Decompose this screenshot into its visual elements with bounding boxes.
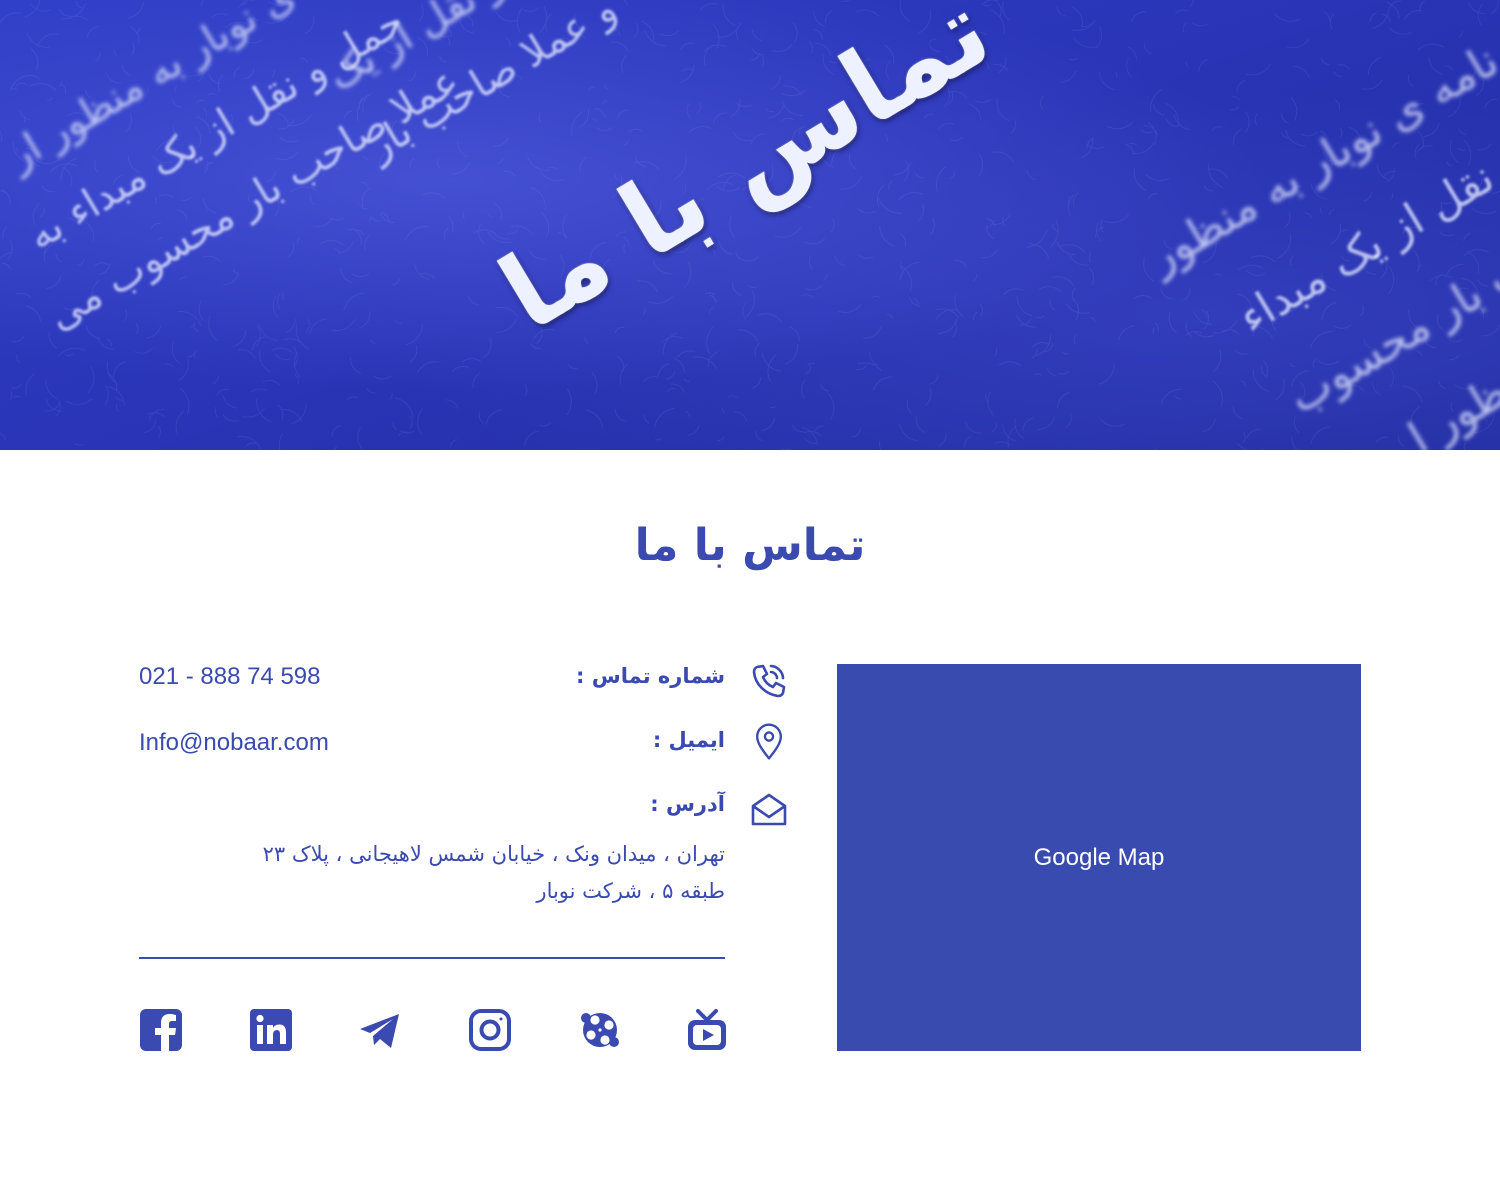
email-value[interactable]: Info@nobaar.com	[139, 729, 329, 757]
address-line-2: طبقه ۵ ، شرکت نوبار	[536, 879, 725, 903]
location-pin-icon	[749, 722, 789, 762]
phone-label: شماره تماس :	[576, 664, 725, 688]
envelope-icon	[749, 790, 789, 830]
map-label: Google Map	[1033, 843, 1165, 871]
phone-value[interactable]: 021 - 888 74 598	[139, 663, 321, 691]
address-value: تهران ، میدان ونک ، خیابان شمس لاهیجانی …	[125, 836, 725, 910]
tv-icon[interactable]	[685, 1008, 729, 1052]
address-label: آدرس :	[650, 792, 725, 816]
linkedin-icon[interactable]	[249, 1008, 293, 1052]
divider	[139, 957, 725, 959]
hero-banner: که در برنامه ی نوبار به منظور ت حمل و نق…	[0, 0, 1500, 450]
facebook-icon[interactable]	[139, 1008, 183, 1052]
phone-icon	[749, 660, 789, 700]
contact-info: شماره تماس : 021 - 888 74 598 ایمیل : In…	[139, 650, 789, 1070]
page-title: تماس با ما	[634, 520, 866, 571]
email-label: ایمیل :	[652, 728, 725, 752]
google-map[interactable]: Google Map	[837, 664, 1361, 1051]
aparat-icon[interactable]	[578, 1008, 622, 1052]
address-line-1: تهران ، میدان ونک ، خیابان شمس لاهیجانی …	[262, 842, 725, 866]
instagram-icon[interactable]	[468, 1008, 512, 1052]
contact-page: که در برنامه ی نوبار به منظور ت حمل و نق…	[0, 0, 1500, 1178]
telegram-icon[interactable]	[358, 1008, 402, 1052]
